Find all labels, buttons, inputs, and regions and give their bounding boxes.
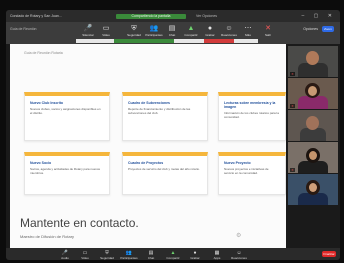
people-icon: 👥 — [149, 25, 159, 32]
card-text: Información de los clubes rotarios para … — [224, 111, 279, 119]
muted-mic-icon: ✕ — [290, 104, 295, 108]
card-subvenciones: Cuadro de Subvenciones Reporte de financ… — [122, 92, 208, 141]
chat-icon: ▤ — [168, 25, 176, 32]
zoom-window: Condado de Rotary y San Juan... Comparti… — [6, 10, 340, 260]
slide-top-label: Guía de Reunión Rotaria — [24, 51, 63, 55]
card-title: Nuevo Club Inscrito — [30, 101, 64, 105]
participant-tile-5[interactable] — [288, 174, 338, 205]
end-meeting-button[interactable]: Finalizar — [322, 251, 336, 257]
card-text: Nuevos proyectos e iniciativas de servic… — [224, 167, 269, 175]
zoom-pill[interactable]: Zoom — [322, 26, 334, 32]
bottom-control-bar: 🎤 Audio ▭ Video ⛨ Seguridad 👥 Participantes … — [6, 248, 340, 260]
window-controls[interactable]: – ▢ ✕ — [302, 13, 336, 19]
window-title: Condado de Rotary y San Juan... — [10, 14, 62, 18]
sharing-indicator — [114, 39, 174, 43]
microphone-icon: 🎤 — [83, 25, 93, 32]
shared-slide: Guía de Reunión Rotaria Nuevo Club Inscr… — [10, 44, 286, 248]
bottom-record-button[interactable]: ● Grabar — [186, 250, 204, 260]
title-bar: Condado de Rotary y San Juan... Comparti… — [6, 10, 340, 22]
card-text: Socios, agenda y actividades de Rotary p… — [30, 167, 101, 175]
sharing-status-badge[interactable]: Compartiendo la pantalla — [116, 14, 186, 19]
close-icon: ✕ — [265, 25, 271, 32]
card-text: Proyectos de servicio del club y metas d… — [128, 167, 200, 171]
bottom-participants-button[interactable]: 👥 Participantes — [120, 250, 138, 260]
card-nuevo-proyecto: Nuevo Proyecto Nuevos proyectos e inicia… — [218, 152, 286, 195]
card-title: Nuevo Proyecto — [224, 161, 251, 165]
audio-button[interactable]: 🎤 Audio — [56, 250, 74, 260]
participant-tile-4[interactable]: ✕ — [288, 142, 338, 173]
bottom-share-button[interactable]: ▲ Compartir — [164, 250, 182, 260]
toolbar-label: Guía de Reunión — [10, 27, 37, 31]
participant-tile-1[interactable]: ✕ — [288, 46, 338, 77]
avatar — [309, 183, 317, 192]
gear-icon: ⚙ — [236, 233, 242, 239]
slide-subtitle: Maestro de Difusión de Rotary — [20, 234, 75, 239]
slide-headline: Mantente en contacto. — [20, 216, 139, 230]
options-label[interactable]: Opciones — [303, 27, 318, 31]
sharing-banner — [76, 39, 258, 43]
apps-button[interactable]: ▦ Apps — [208, 250, 226, 260]
bottom-reactions-button[interactable]: ☺ Reacciones — [230, 250, 248, 260]
card-text: Nuevos clubes, socios y asignaciones dis… — [30, 107, 101, 115]
bottom-chat-button[interactable]: ▤ Chat — [142, 250, 160, 260]
stop-share-button[interactable] — [204, 39, 234, 43]
avatar — [309, 151, 317, 160]
bottom-security-button[interactable]: ⛨ Seguridad — [98, 250, 116, 260]
meeting-toolbar: Guía de Reunión 🎤 Silenciar ▭ Video ⛨ Segur… — [6, 22, 340, 44]
card-title: Cuadro de Proyectos — [128, 161, 164, 165]
card-membresia: Lecturas sobre membresía y la imagen Inf… — [218, 92, 286, 141]
card-title: Lecturas sobre membresía y la imagen — [224, 101, 276, 109]
card-title: Nuevo Socio — [30, 161, 52, 165]
avatar — [306, 116, 319, 130]
share-screen-icon: ▲ — [187, 25, 195, 32]
avatar — [308, 86, 317, 96]
participant-tile-2[interactable]: ✕ — [288, 78, 338, 109]
bottom-video-button[interactable]: ▭ Video — [76, 250, 94, 260]
record-icon: ● — [207, 25, 213, 32]
smiley-icon: ☺ — [225, 25, 233, 32]
camera-icon: ▭ — [102, 25, 110, 32]
shield-icon: ⛨ — [131, 25, 137, 32]
muted-mic-icon: ✕ — [290, 72, 295, 76]
muted-mic-icon: ✕ — [290, 168, 295, 172]
leave-button[interactable]: ✕ Salir — [258, 24, 278, 42]
card-text: Reporte de financiamiento y distribución… — [128, 107, 191, 115]
more-icon: ⋯ — [244, 25, 252, 32]
avatar — [306, 51, 319, 65]
participant-tile-3[interactable] — [288, 110, 338, 141]
card-nuevo-club: Nuevo Club Inscrito Nuevos clubes, socio… — [24, 92, 110, 141]
card-nuevo-socio: Nuevo Socio Socios, agenda y actividades… — [24, 152, 110, 195]
card-title: Cuadro de Subvenciones — [128, 101, 171, 105]
card-proyectos: Cuadro de Proyectos Proyectos de servici… — [122, 152, 208, 195]
view-options-link[interactable]: Ver Opciones — [196, 14, 217, 18]
